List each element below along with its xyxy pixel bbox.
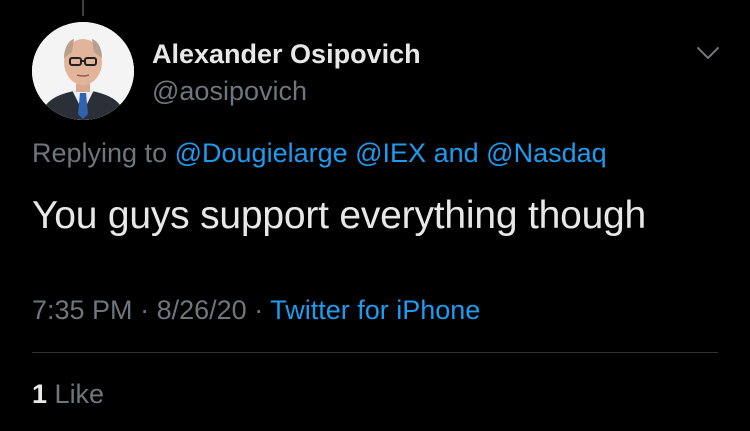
mention-link-iex[interactable]: @IEX xyxy=(355,138,426,168)
like-label: Like xyxy=(54,379,105,409)
tweet-date[interactable]: 8/26/20 xyxy=(157,295,247,325)
replying-to-line: Replying to @Dougielarge @IEX and @Nasda… xyxy=(32,138,607,169)
likes-link[interactable]: 1 Like xyxy=(32,379,104,410)
mention-joiner: and xyxy=(433,138,479,168)
meta-separator: · xyxy=(140,295,150,325)
tweet-metadata: 7:35 PM · 8/26/20 · Twitter for iPhone xyxy=(32,295,480,326)
author-handle[interactable]: @aosipovich xyxy=(152,76,307,107)
meta-separator: · xyxy=(254,295,264,325)
chevron-down-icon[interactable] xyxy=(692,42,724,64)
tweet-body-text: You guys support everything though xyxy=(32,194,647,237)
mention-link-dougielarge[interactable]: @Dougielarge xyxy=(175,138,348,168)
avatar[interactable] xyxy=(32,22,134,120)
tweet-source-link[interactable]: Twitter for iPhone xyxy=(270,295,480,325)
divider xyxy=(32,352,718,353)
profile-photo-icon xyxy=(32,22,134,120)
thread-connector-line xyxy=(82,0,84,16)
tweet-time[interactable]: 7:35 PM xyxy=(32,295,133,325)
replying-to-label: Replying to xyxy=(32,138,168,168)
mention-link-nasdaq[interactable]: @Nasdaq xyxy=(486,138,606,168)
like-count: 1 xyxy=(32,379,48,409)
author-display-name[interactable]: Alexander Osipovich xyxy=(152,39,421,70)
